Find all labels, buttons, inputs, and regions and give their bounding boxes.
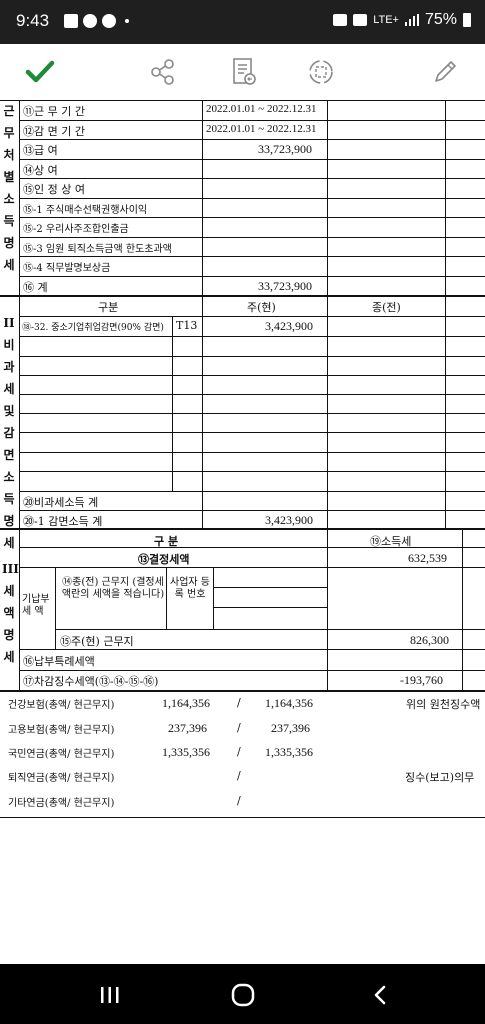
invention-reward-label: ⑮-4 직무발명보상금 [23, 263, 111, 274]
difference-tax-value: -193,760 [400, 673, 443, 687]
employee-stock-label: ⑮-2 우리사주조합인출금 [23, 224, 129, 235]
pdf-export-icon[interactable] [224, 52, 264, 92]
insurance-separator: / [237, 696, 241, 709]
current-workplace-value: 826,300 [410, 633, 449, 647]
insurance-current: 1,164,356 [265, 696, 313, 710]
insurance-total: 1,335,356 [162, 745, 210, 759]
determined-tax-value: 632,539 [408, 551, 447, 565]
business-number-label: 사업자 등록 번호 [170, 577, 210, 600]
document-view: 근무처별소득명세 ⑪근 무 기 간 2022.01.01 ~ 2022.12.3… [0, 100, 485, 918]
reporting-duty-note: 징수(보고)의무 [405, 771, 475, 784]
insurance-separator: / [237, 769, 241, 782]
insurance-label: 고용보험(총액/ 현근무지) [8, 725, 115, 736]
reduced-total-label: ⑳-1 감면소득 계 [23, 515, 103, 528]
executive-retirement-label: ⑮-3 임원 퇴직소득금액 한도초과액 [23, 244, 172, 255]
nontaxable-total-label: ⑳비과세소득 계 [23, 496, 99, 509]
more-notifications-icon [125, 19, 129, 23]
top-toolbar [0, 44, 485, 100]
section2-header-previous: 종(전) [372, 301, 401, 314]
insurance-label: 국민연금(총액/ 현근무지) [8, 749, 115, 760]
back-icon[interactable] [350, 978, 410, 1012]
insurance-separator: / [237, 745, 241, 758]
alarm-icon [333, 14, 348, 26]
prepaid-tax-label: 기납부 세 액 [22, 594, 50, 617]
insurance-total: 237,396 [168, 721, 207, 735]
section1-total-label: ⑯ 계 [23, 281, 48, 294]
current-workplace-label: ⑮주(현) 근무지 [60, 635, 134, 648]
check-icon[interactable] [20, 52, 60, 92]
special-tax-label: ⑯납부특례세액 [23, 655, 95, 668]
network-type: LTE+ [373, 14, 399, 26]
sme-reduction-code: T13 [176, 319, 198, 332]
reduced-total-value: 3,423,900 [265, 513, 313, 527]
insurance-label: 퇴직연금(총액/ 현근무지) [8, 773, 115, 784]
status-time: 9:43 [16, 11, 50, 30]
gallery-notification-icon [64, 14, 78, 28]
insurance-label: 기타연금(총액/ 현근무지) [8, 798, 115, 809]
bonus-label: ⑭상 여 [23, 164, 58, 177]
app-notification-icon-2 [102, 14, 116, 28]
withholding-note: 위의 원천징수액 [406, 698, 481, 711]
salary-label: ⑬급 여 [23, 144, 58, 157]
salary-value: 33,723,900 [258, 142, 312, 156]
share-icon[interactable] [143, 52, 183, 92]
section1-total-value: 33,723,900 [258, 279, 312, 293]
previous-workplace-label: ⑭종(전) 근무지 (결정세액란의 세액을 적습니다) [61, 577, 165, 600]
notification-icons [64, 14, 129, 28]
section2-header-category: 구분 [98, 301, 119, 314]
insurance-separator: / [237, 794, 241, 807]
recognized-bonus-label: ⑮인 정 상 여 [23, 183, 85, 196]
insurance-label: 건강보험(총액/ 현근무지) [8, 700, 115, 711]
battery-percent: 75% [424, 11, 457, 28]
battery-icon [463, 13, 471, 27]
reduction-period-value: 2022.01.01 ~ 2022.12.31 [206, 123, 317, 135]
section2-header-current: 주(현) [247, 301, 276, 314]
reduction-period-label: ⑫감 면 기 간 [23, 125, 85, 138]
home-icon[interactable] [213, 978, 273, 1012]
recent-apps-icon[interactable] [80, 978, 140, 1012]
section2-side-label: II비과세및감면소득명세 [3, 316, 15, 550]
insurance-current: 1,335,356 [265, 745, 313, 759]
section3-header-category: 구 분 [154, 535, 179, 548]
difference-tax-label: ⑰차감징수세액(⑬-⑭-⑮-⑯) [23, 675, 159, 688]
status-bar: 9:43 LTE+ 75% [0, 0, 485, 44]
work-period-value: 2022.01.01 ~ 2022.12.31 [206, 103, 317, 115]
mute-icon [353, 14, 368, 26]
determined-tax-label: ⑬결정세액 [138, 553, 190, 566]
work-period-label: ⑪근 무 기 간 [23, 105, 85, 118]
stock-option-label: ⑮-1 주식매수선택권행사이익 [23, 205, 148, 216]
signal-icon [404, 14, 419, 26]
section3-side-label: III세액명세 [2, 562, 19, 664]
system-status: LTE+ 75% [333, 11, 471, 29]
sme-reduction-label: ⑱-32. 중소기업취업감면(90% 감면) [22, 323, 164, 333]
insurance-total: 1,164,356 [162, 696, 210, 710]
navigation-bar [0, 964, 485, 1024]
section1-side-label: 근무처별소득명세 [3, 104, 15, 272]
crop-icon[interactable] [301, 52, 341, 92]
insurance-separator: / [237, 721, 241, 734]
section3-header-income-tax: ⑲소득세 [370, 535, 412, 548]
app-notification-icon [83, 14, 97, 28]
edit-pen-icon[interactable] [425, 52, 465, 92]
sme-reduction-value: 3,423,900 [265, 319, 313, 333]
insurance-current: 237,396 [271, 721, 310, 735]
